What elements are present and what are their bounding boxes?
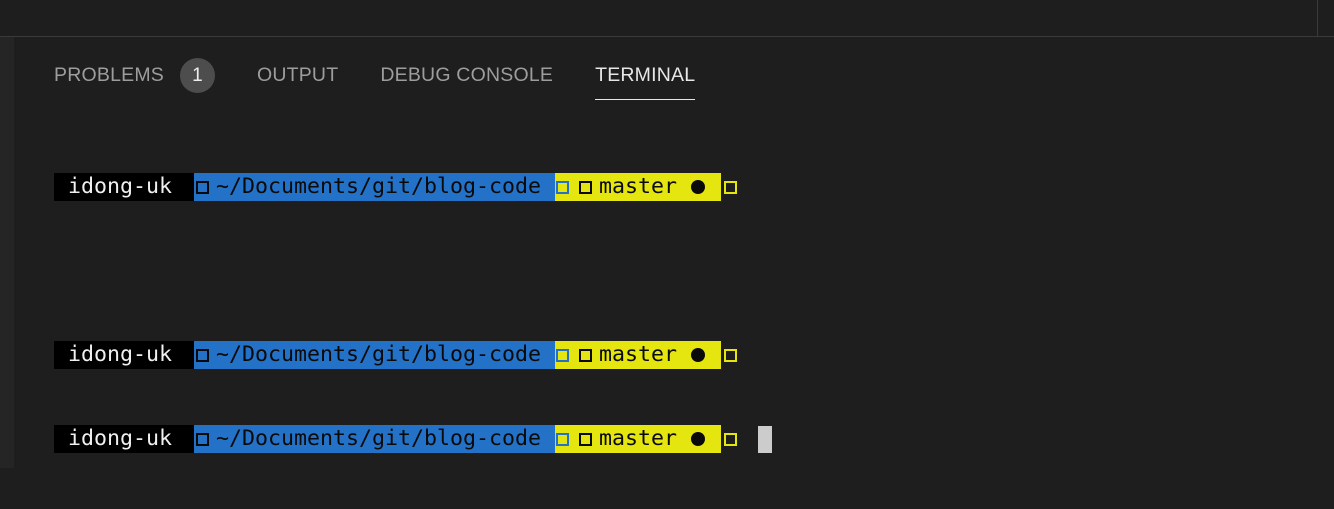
powerline-end-icon [724, 180, 738, 194]
tab-label: OUTPUT [256, 64, 339, 86]
prompt-branch: master [599, 342, 678, 367]
dirty-indicator-icon [691, 348, 706, 362]
prompt-git-segment: master [555, 173, 722, 201]
prompt-branch: master [599, 174, 678, 199]
powerline-end-icon [724, 432, 738, 446]
powerline-glyph-icon [556, 180, 570, 194]
prompt-path: ~/Documents/git/blog-code [216, 342, 542, 367]
tab-terminal[interactable]: TERMINAL [595, 57, 696, 100]
prompt-path-segment: ~/Documents/git/blog-code [194, 173, 556, 201]
tab-label: TERMINAL [595, 64, 696, 86]
prompt-branch: master [599, 426, 678, 451]
powerline-glyph-icon [196, 180, 209, 194]
dirty-indicator-icon [691, 180, 706, 194]
prompt-path-segment: ~/Documents/git/blog-code [194, 341, 556, 369]
tab-problems[interactable]: PROBLEMS 1 [54, 57, 215, 101]
powerline-glyph-icon [196, 348, 209, 362]
tab-output[interactable]: OUTPUT [257, 57, 338, 101]
powerline-glyph-icon [196, 432, 209, 446]
prompt-git-segment: master [555, 341, 722, 369]
prompt-path-segment: ~/Documents/git/blog-code [194, 425, 556, 453]
prompt-user-segment: idong-uk [54, 341, 194, 369]
powerline-end-icon [724, 348, 738, 362]
powerline-glyph-icon [556, 432, 570, 446]
problems-count-badge: 1 [179, 58, 215, 93]
branch-icon [579, 432, 593, 446]
terminal-prompt-line: idong-uk ~/Documents/git/blog-code master [54, 425, 773, 453]
prompt-path: ~/Documents/git/blog-code [216, 426, 542, 451]
tab-debug-console[interactable]: DEBUG CONSOLE [380, 57, 553, 101]
terminal-cursor [758, 425, 773, 453]
prompt-path: ~/Documents/git/blog-code [216, 174, 542, 199]
terminal-prompt-line: idong-uk ~/Documents/git/blog-code master [54, 341, 772, 369]
terminal-prompt-line: idong-uk ~/Documents/git/blog-code master [54, 173, 772, 201]
panel-tabs: PROBLEMS 1 OUTPUT DEBUG CONSOLE TERMINAL [54, 57, 737, 101]
tab-label: PROBLEMS [54, 64, 164, 86]
editor-area[interactable] [0, 0, 1334, 37]
branch-icon [579, 180, 593, 194]
dirty-indicator-icon [691, 432, 706, 446]
editor-scrollbar-edge [1317, 0, 1318, 36]
prompt-user-segment: idong-uk [54, 425, 194, 453]
tab-label: DEBUG CONSOLE [380, 64, 554, 86]
terminal-output[interactable]: idong-uk ~/Documents/git/blog-code master … [54, 117, 773, 509]
bottom-panel: PROBLEMS 1 OUTPUT DEBUG CONSOLE TERMINAL… [14, 37, 1334, 468]
sidebar-edge [0, 0, 14, 468]
powerline-glyph-icon [556, 348, 570, 362]
prompt-user-segment: idong-uk [54, 173, 194, 201]
prompt-git-segment: master [555, 425, 722, 453]
branch-icon [579, 348, 593, 362]
